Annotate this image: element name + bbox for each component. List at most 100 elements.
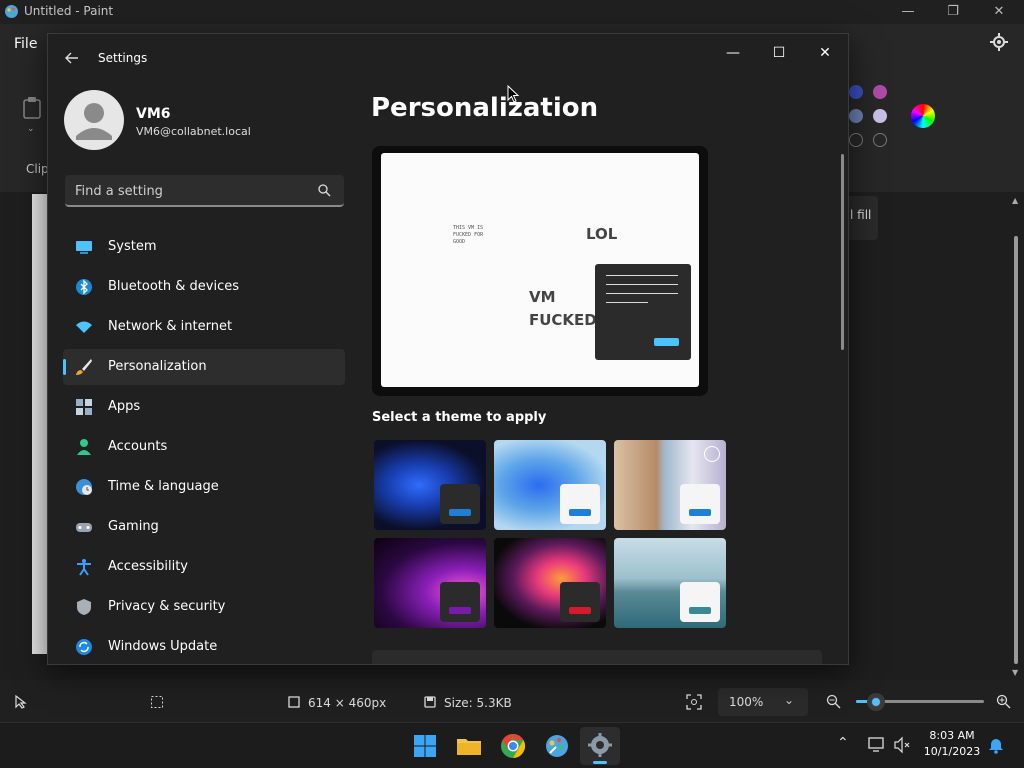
- monitor-icon: [76, 241, 92, 254]
- sidebar-item-time-language[interactable]: Time & language: [63, 469, 345, 505]
- sidebar-item-windows-update[interactable]: Windows Update: [63, 629, 345, 664]
- sidebar-item-system[interactable]: System: [63, 229, 345, 265]
- theme-tile-windows-dark[interactable]: [374, 440, 486, 530]
- paint-file-menu[interactable]: File: [14, 36, 37, 52]
- paint-titlebar: Untitled - Paint — ❐ ✕: [0, 0, 1024, 24]
- chrome-icon[interactable]: [498, 731, 528, 761]
- paint-restore-button[interactable]: ❐: [930, 2, 976, 22]
- gear-icon: [588, 733, 612, 757]
- file-explorer-icon[interactable]: [454, 731, 484, 761]
- close-button[interactable]: ✕: [802, 38, 848, 68]
- avatar[interactable]: [64, 90, 124, 150]
- chevron-down-icon: ⌄: [784, 693, 795, 707]
- start-windows-icon[interactable]: [410, 731, 440, 761]
- maximize-button[interactable]: ☐: [756, 38, 802, 68]
- sidebar-item-label: Apps: [108, 399, 141, 414]
- settings-window-title: Settings: [98, 51, 148, 65]
- paint-minimize-button[interactable]: —: [885, 2, 931, 22]
- network-icon[interactable]: [867, 736, 887, 754]
- settings-card[interactable]: [372, 650, 822, 664]
- globe-clock-icon: [76, 479, 92, 495]
- color-swatch-purple[interactable]: [873, 85, 887, 99]
- save-size-icon: [424, 696, 436, 708]
- sidebar-item-label: Time & language: [108, 479, 219, 494]
- theme-tile-windows-light[interactable]: [494, 440, 606, 530]
- paint-app-icon: [5, 5, 18, 18]
- content-scrollbar[interactable]: [841, 154, 844, 350]
- settings-taskbar-button[interactable]: [580, 727, 620, 765]
- canvas-size-text: 614 × 460px: [308, 696, 387, 710]
- preview-small-text: THIS VM IS FUCKED FOR GOOD: [453, 225, 483, 246]
- edit-colors-icon[interactable]: [911, 104, 935, 128]
- sidebar-item-label: Gaming: [108, 519, 159, 534]
- theme-tile-captured-motion[interactable]: [374, 538, 486, 628]
- running-indicator: [593, 761, 607, 764]
- notification-bell-icon[interactable]: [988, 736, 1004, 754]
- person-icon: [77, 439, 91, 455]
- volume-muted-icon[interactable]: [893, 736, 911, 754]
- zoom-slider-thumb[interactable]: [867, 693, 885, 711]
- theme-tile-flow[interactable]: [494, 538, 606, 628]
- sidebar-item-accounts[interactable]: Accounts: [63, 429, 345, 465]
- preview-center-line1: VM: [529, 288, 556, 306]
- active-indicator: [63, 359, 66, 375]
- fit-to-window-icon[interactable]: [686, 694, 702, 710]
- sidebar-item-gaming[interactable]: Gaming: [63, 509, 345, 545]
- selected-check-icon: [704, 446, 720, 462]
- preview-accent-button: [654, 338, 679, 346]
- scroll-up-icon[interactable]: ▲: [1012, 196, 1018, 205]
- paste-icon[interactable]: [22, 96, 42, 120]
- sidebar-item-privacy-security[interactable]: Privacy & security: [63, 589, 345, 625]
- gear-icon[interactable]: [990, 33, 1008, 51]
- theme-section-heading: Select a theme to apply: [372, 410, 547, 425]
- wifi-icon: [76, 321, 92, 333]
- fill-label: l fill: [850, 208, 872, 222]
- chevron-down-icon[interactable]: ⌄: [27, 124, 35, 134]
- chevron-up-icon[interactable]: ⌃: [837, 735, 849, 751]
- clock-date: 10/1/2023: [923, 745, 981, 758]
- gamepad-icon: [76, 523, 92, 532]
- bluetooth-icon: [76, 279, 92, 295]
- zoom-in-icon[interactable]: [996, 694, 1011, 709]
- sidebar-item-label: Personalization: [108, 359, 207, 374]
- theme-tile-sunrise[interactable]: [614, 538, 726, 628]
- shield-icon: [77, 599, 91, 615]
- color-swatch-blue[interactable]: [849, 85, 863, 99]
- paint-close-button[interactable]: ✕: [976, 2, 1022, 22]
- canvas-size-icon: [288, 696, 300, 708]
- color-swatch-empty[interactable]: [849, 133, 863, 147]
- sidebar-item-network[interactable]: Network & internet: [63, 309, 345, 345]
- minimize-button[interactable]: —: [710, 38, 756, 68]
- clock[interactable]: 8:03 AM 10/1/2023: [916, 728, 988, 760]
- selection-icon: [151, 696, 163, 708]
- settings-window: Settings — ☐ ✕ VM6 VM6@collabnet.local S…: [47, 33, 849, 665]
- sidebar-item-label: Accessibility: [108, 559, 188, 574]
- fill-button[interactable]: l fill: [848, 196, 878, 240]
- search-input[interactable]: [75, 181, 305, 201]
- sidebar-item-apps[interactable]: Apps: [63, 389, 345, 425]
- sidebar-item-accessibility[interactable]: Accessibility: [63, 549, 345, 585]
- back-arrow-icon[interactable]: [65, 51, 79, 65]
- zoom-out-icon[interactable]: [826, 694, 841, 709]
- find-setting-search: [65, 175, 344, 207]
- color-swatch-slate[interactable]: [849, 109, 863, 123]
- sidebar-item-label: Accounts: [108, 439, 168, 454]
- sidebar-item-bluetooth[interactable]: Bluetooth & devices: [63, 269, 345, 305]
- paint-taskbar-icon[interactable]: [542, 731, 572, 761]
- brush-icon: [76, 359, 92, 375]
- search-icon[interactable]: [318, 184, 331, 197]
- paint-vertical-scrollbar[interactable]: [1014, 236, 1018, 664]
- zoom-dropdown[interactable]: 100% ⌄: [718, 688, 808, 716]
- user-email: VM6@collabnet.local: [136, 125, 251, 138]
- sidebar-item-label: Windows Update: [108, 639, 218, 654]
- color-swatch-empty[interactable]: [873, 133, 887, 147]
- sidebar-item-label: Network & internet: [108, 319, 233, 334]
- theme-mini-window: [560, 582, 600, 622]
- scroll-down-icon[interactable]: ▼: [1012, 668, 1018, 677]
- theme-tile-glow[interactable]: [614, 440, 726, 530]
- pointer-icon: [15, 695, 27, 709]
- paint-window-title: Untitled - Paint: [24, 4, 114, 18]
- preview-small-text-line: FUCKED FOR: [453, 232, 484, 238]
- sidebar-item-personalization[interactable]: Personalization: [63, 349, 345, 385]
- color-swatch-lavender[interactable]: [873, 109, 887, 123]
